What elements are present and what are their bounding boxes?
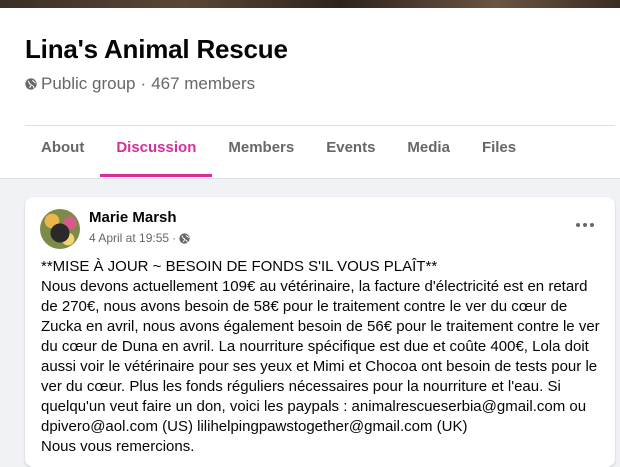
avatar[interactable]	[40, 209, 80, 249]
post-body: **MISE À JOUR ~ BESOIN DE FONDS S'IL VOU…	[41, 257, 607, 457]
group-tabs: About Discussion Members Events Media Fi…	[25, 126, 532, 178]
more-options-icon[interactable]	[571, 215, 599, 235]
group-title: Lina's Animal Rescue	[25, 34, 288, 64]
group-header: Lina's Animal Rescue Public group · 467 …	[0, 8, 620, 179]
post-timestamp[interactable]: 4 April at 19:55	[89, 231, 169, 245]
post-card: Marie Marsh 4 April at 19:55 · **MISE À …	[25, 197, 615, 467]
post-closing: Nous vous remercions.	[41, 438, 195, 455]
tab-files[interactable]: Files	[466, 126, 532, 178]
member-count[interactable]: 467 members	[151, 74, 255, 94]
post-headline: **MISE À JOUR ~ BESOIN DE FONDS S'IL VOU…	[41, 258, 438, 275]
post-author[interactable]: Marie Marsh	[89, 209, 177, 226]
tab-media[interactable]: Media	[391, 126, 466, 178]
tab-about[interactable]: About	[25, 126, 100, 178]
post-paragraph: Nous devons actuellement 109€ au vétérin…	[41, 278, 600, 435]
cover-photo	[0, 0, 620, 8]
tab-members[interactable]: Members	[212, 126, 310, 178]
tab-events[interactable]: Events	[310, 126, 391, 178]
post-meta: 4 April at 19:55 ·	[89, 231, 190, 245]
globe-icon	[179, 232, 190, 244]
group-privacy: Public group	[41, 74, 136, 93]
meta-separator: ·	[140, 74, 147, 93]
tab-discussion[interactable]: Discussion	[100, 126, 213, 178]
globe-icon	[25, 78, 37, 90]
meta-separator: ·	[172, 231, 177, 245]
group-meta: Public group · 467 members	[25, 74, 255, 94]
